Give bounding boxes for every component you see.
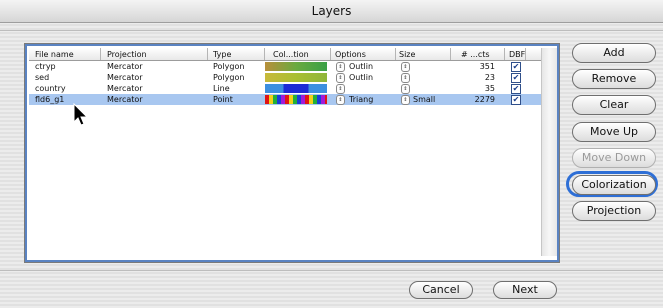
table-row[interactable]: country Mercator Line ⇕ ⇕ 35 ✔ <box>29 83 541 94</box>
column-header-dbf[interactable]: DBF <box>509 49 529 60</box>
table-header: File name Projection Type Col...tion Opt… <box>29 48 541 61</box>
cell-projection: Mercator <box>107 62 143 71</box>
up-down-stepper-icon[interactable]: ⇕ <box>336 84 345 94</box>
cell-options: Triang <box>349 95 374 104</box>
column-separator <box>264 48 265 60</box>
cell-file-name: fld6_g1 <box>35 95 65 104</box>
up-down-stepper-icon[interactable]: ⇕ <box>336 62 345 72</box>
cell-count: 2279 <box>474 95 495 104</box>
cell-projection: Mercator <box>107 73 143 82</box>
layers-table[interactable]: File name Projection Type Col...tion Opt… <box>24 43 560 263</box>
cell-options: Outlin <box>349 73 374 82</box>
column-separator <box>450 48 451 60</box>
column-header-colorization[interactable]: Col...tion <box>273 49 333 60</box>
cell-type: Point <box>213 95 233 104</box>
table-row[interactable]: sed Mercator Polygon ⇕ Outlin ⇕ 23 ✔ <box>29 72 541 83</box>
cell-file-name: country <box>35 84 66 93</box>
cell-count: 23 <box>484 73 495 82</box>
cell-count: 35 <box>484 84 495 93</box>
next-button[interactable]: Next <box>493 281 557 299</box>
column-separator <box>330 48 331 60</box>
column-header-type[interactable]: Type <box>213 49 263 60</box>
move-down-button[interactable]: Move Down <box>572 148 656 168</box>
vertical-scrollbar[interactable] <box>541 48 557 256</box>
column-header-projection[interactable]: Projection <box>107 49 197 60</box>
bottom-divider <box>0 270 663 271</box>
cancel-button[interactable]: Cancel <box>409 281 473 299</box>
cell-file-name: ctryp <box>35 62 56 71</box>
up-down-stepper-icon[interactable]: ⇕ <box>336 73 345 83</box>
checkbox-checked-icon[interactable]: ✔ <box>511 95 521 105</box>
column-header-count[interactable]: # ...cts <box>461 49 501 60</box>
remove-button[interactable]: Remove <box>572 69 656 89</box>
checkbox-checked-icon[interactable]: ✔ <box>511 84 521 94</box>
cell-file-name: sed <box>35 73 50 82</box>
column-separator <box>395 48 396 60</box>
colorization-swatch[interactable] <box>265 62 327 71</box>
cell-count: 351 <box>479 62 495 71</box>
checkbox-checked-icon[interactable]: ✔ <box>511 62 521 72</box>
window-titlebar: Layers <box>0 0 663 23</box>
column-separator <box>525 48 526 60</box>
cell-type: Polygon <box>213 62 245 71</box>
column-separator <box>207 48 208 60</box>
table-row-selected[interactable]: fld6_g1 Mercator Point ⇕ Triang ⇕ Small … <box>29 94 541 105</box>
add-button[interactable]: Add <box>572 43 656 63</box>
cell-size: Small <box>413 95 436 104</box>
window-title: Layers <box>311 4 352 18</box>
up-down-stepper-icon[interactable]: ⇕ <box>401 95 410 105</box>
colorization-swatch[interactable] <box>265 73 327 82</box>
up-down-stepper-icon[interactable]: ⇕ <box>401 84 410 94</box>
cell-projection: Mercator <box>107 95 143 104</box>
cell-type: Line <box>213 84 230 93</box>
move-up-button[interactable]: Move Up <box>572 122 656 142</box>
column-header-size[interactable]: Size <box>399 49 439 60</box>
up-down-stepper-icon[interactable]: ⇕ <box>401 73 410 83</box>
clear-button[interactable]: Clear <box>572 95 656 115</box>
cell-type: Polygon <box>213 73 245 82</box>
cell-options: Outlin <box>349 62 374 71</box>
column-separator <box>100 48 101 60</box>
cell-projection: Mercator <box>107 84 143 93</box>
up-down-stepper-icon[interactable]: ⇕ <box>336 95 345 105</box>
column-header-options[interactable]: Options <box>335 49 395 60</box>
column-header-file-name[interactable]: File name <box>35 49 115 60</box>
arrow-cursor-icon <box>73 103 89 126</box>
column-separator <box>504 48 505 60</box>
colorization-button[interactable]: Colorization <box>572 175 656 195</box>
checkbox-checked-icon[interactable]: ✔ <box>511 73 521 83</box>
table-row[interactable]: ctryp Mercator Polygon ⇕ Outlin ⇕ 351 ✔ <box>29 61 541 72</box>
colorization-swatch[interactable] <box>265 84 327 93</box>
up-down-stepper-icon[interactable]: ⇕ <box>401 62 410 72</box>
projection-button[interactable]: Projection <box>572 201 656 221</box>
top-divider <box>0 30 663 31</box>
colorization-swatch[interactable] <box>265 95 327 104</box>
